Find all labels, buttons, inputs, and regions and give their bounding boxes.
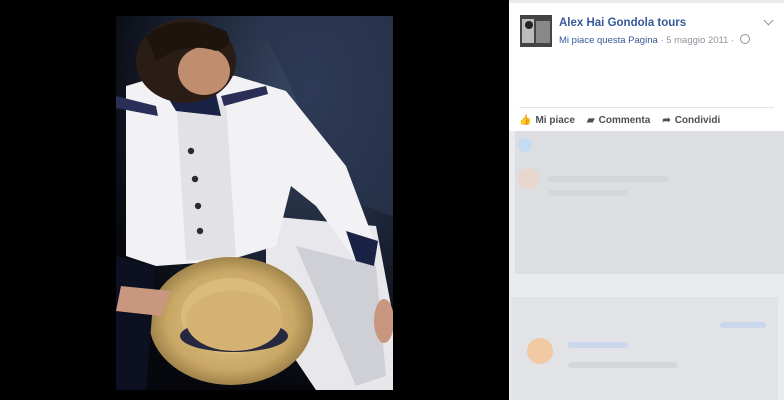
comment-label: Commenta bbox=[598, 114, 651, 126]
share-label: Condividi bbox=[674, 114, 721, 126]
post-header-card: Alex Hai Gondola tours Mi piace questa P… bbox=[509, 3, 784, 131]
divider bbox=[519, 107, 774, 108]
related-avatar bbox=[527, 338, 553, 364]
like-label: Mi piace bbox=[535, 114, 575, 126]
share-icon: ➦ bbox=[662, 114, 671, 126]
comment-button[interactable]: ▰ Commenta bbox=[587, 112, 650, 128]
post-photo[interactable] bbox=[116, 16, 393, 390]
like-button[interactable]: 👍 Mi piace bbox=[519, 112, 575, 128]
comments-placeholder bbox=[515, 131, 784, 274]
page-name-link[interactable]: Alex Hai Gondola tours bbox=[559, 17, 686, 29]
date-separator: · bbox=[728, 35, 737, 46]
post-meta: Mi piace questa Pagina · 5 maggio 2011 · bbox=[559, 34, 750, 46]
commenter-avatar bbox=[518, 168, 540, 190]
post-actions: 👍 Mi piace ▰ Commenta ➦ Condividi bbox=[519, 112, 720, 128]
comment-text-placeholder bbox=[548, 190, 628, 196]
comment-text-placeholder bbox=[548, 176, 668, 182]
like-page-link[interactable]: Mi piace questa Pagina bbox=[559, 35, 658, 46]
gondolier-photo-image bbox=[116, 16, 393, 390]
post-date[interactable]: 5 maggio 2011 bbox=[666, 35, 728, 46]
reaction-icon bbox=[518, 138, 532, 152]
related-title-placeholder bbox=[568, 342, 628, 348]
related-text-placeholder bbox=[568, 362, 678, 368]
thumbs-up-icon: 👍 bbox=[519, 114, 532, 126]
photo-viewer[interactable] bbox=[0, 0, 509, 400]
globe-icon bbox=[739, 34, 750, 44]
chevron-down-icon[interactable] bbox=[763, 15, 774, 26]
page-avatar[interactable] bbox=[520, 15, 552, 47]
meta-separator: · bbox=[657, 35, 667, 46]
comment-icon: ▰ bbox=[586, 114, 595, 126]
share-button[interactable]: ➦ Condividi bbox=[662, 112, 720, 128]
related-action-placeholder bbox=[720, 322, 766, 328]
